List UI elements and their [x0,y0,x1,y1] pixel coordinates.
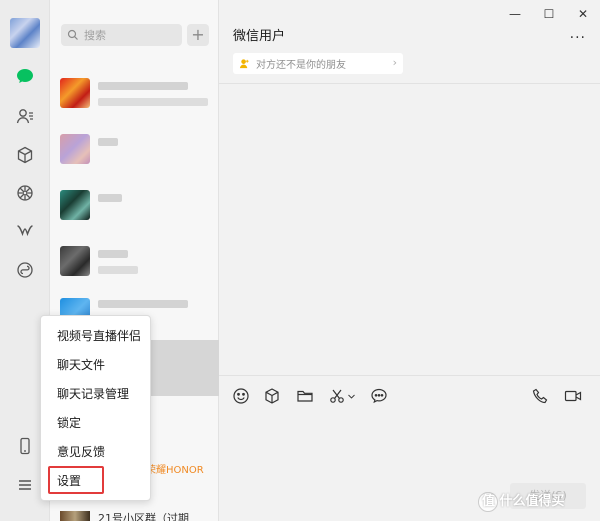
menu-item-feedback[interactable]: 意见反馈 [41,439,150,465]
add-friend-icon [239,59,249,69]
search-icon [67,29,78,40]
chat-header: — ☐ ✕ 微信用户 ··· 对方还不是你的朋友 › [219,0,600,84]
chat-name-blurred [98,194,122,202]
message-input-area[interactable] [219,415,600,475]
voice-call-icon[interactable] [530,385,552,407]
not-friend-notice[interactable]: 对方还不是你的朋友 › [233,53,403,74]
close-button[interactable]: ✕ [566,0,600,28]
list-item[interactable] [50,238,219,294]
chat-avatar [60,246,90,276]
watermark-text: 值 什么值得买 [482,494,565,509]
menu-item-live-companion[interactable]: 视频号直播伴侣 [41,323,150,349]
notice-text: 对方还不是你的朋友 [256,60,346,71]
chevron-right-icon: › [392,56,397,69]
settings-menu: 视频号直播伴侣 聊天文件 聊天记录管理 锁定 意见反馈 设置 [40,315,151,501]
chat-name: 21号小区群（过期 [98,512,189,521]
menu-item-lock[interactable]: 锁定 [41,410,150,436]
menu-item-chat-files[interactable]: 聊天文件 [41,352,150,378]
input-toolbar [219,375,600,415]
channels-icon[interactable] [13,219,37,243]
list-item[interactable]: 21号小区群（过期 [50,505,219,521]
more-options-icon[interactable]: ··· [570,30,586,46]
favorites-icon[interactable] [13,143,37,167]
chat-icon[interactable] [13,64,37,88]
emoji-icon[interactable] [230,385,252,407]
chat-avatar [60,511,90,521]
search-input[interactable] [84,28,174,42]
list-item[interactable] [50,182,219,238]
phone-icon[interactable] [13,434,37,458]
chat-preview-text: 荣耀HONOR [146,465,204,476]
settings-highlight-box [48,466,104,494]
list-item[interactable] [50,126,219,182]
folder-icon[interactable] [294,385,316,407]
maximize-button[interactable]: ☐ [532,0,566,28]
chat-title: 微信用户 [233,29,286,44]
menu-icon[interactable] [13,473,37,497]
window-controls: — ☐ ✕ [498,0,600,28]
minimize-button[interactable]: — [498,0,532,28]
chat-preview-blurred [98,98,208,106]
chat-avatar [60,78,90,108]
chat-bubble-icon[interactable] [368,385,390,407]
mini-programs-icon[interactable] [13,258,37,282]
chevron-down-icon[interactable] [345,385,357,407]
video-call-icon[interactable] [562,385,584,407]
search-box[interactable] [61,24,182,46]
user-avatar[interactable] [10,18,40,48]
chat-name-blurred [98,82,188,90]
chat-pane: — ☐ ✕ 微信用户 ··· 对方还不是你的朋友 › 发送(S) [219,0,600,521]
chat-name-blurred [98,300,188,308]
contacts-icon[interactable] [13,104,37,128]
add-button[interactable]: + [187,24,209,46]
menu-item-chat-history[interactable]: 聊天记录管理 [41,381,150,407]
list-item[interactable] [50,70,219,126]
chat-avatar [60,134,90,164]
chat-avatar [60,190,90,220]
package-icon[interactable] [261,385,283,407]
chat-name-blurred [98,138,118,146]
chat-name-blurred [98,250,128,258]
chat-preview-blurred [98,266,138,274]
moments-icon[interactable] [13,181,37,205]
